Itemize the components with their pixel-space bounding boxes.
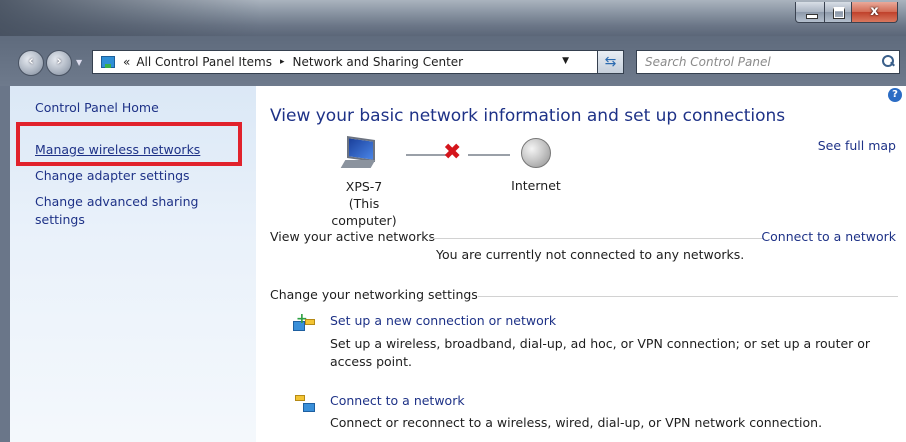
control-panel-icon — [99, 54, 117, 70]
connect-network-icon[interactable] — [293, 393, 317, 415]
address-overflow-chevron[interactable]: « — [123, 55, 130, 69]
forward-button[interactable]: › — [46, 50, 72, 76]
maximize-button[interactable] — [825, 2, 852, 23]
breadcrumb-all-control-panel-items[interactable]: All Control Panel Items — [136, 55, 272, 69]
refresh-icon: ⇆ — [604, 54, 617, 70]
navigation-bar: ‹ › ▼ « All Control Panel Items ▸ Networ… — [0, 36, 906, 86]
disconnected-x-icon[interactable]: ✖ — [443, 140, 461, 165]
connect-to-network-link[interactable]: Connect to a network — [761, 229, 896, 244]
networking-settings-heading: Change your networking settings — [270, 287, 478, 302]
connection-status-text: You are currently not connected to any n… — [436, 247, 745, 262]
title-bar-glow — [0, 0, 260, 36]
back-arrow-icon: ‹ — [28, 54, 34, 69]
setup-new-connection-description: Set up a wireless, broadband, dial-up, a… — [330, 336, 871, 369]
see-full-map-link[interactable]: See full map — [818, 138, 896, 153]
sidebar-item-control-panel-home[interactable]: Control Panel Home — [35, 100, 159, 115]
connect-to-network-description: Connect or reconnect to a wireless, wire… — [330, 415, 823, 430]
breadcrumb-separator-icon[interactable]: ▸ — [280, 57, 285, 67]
internet-label: Internet — [511, 178, 561, 193]
main-pane: ? View your basic network information an… — [256, 86, 906, 442]
search-placeholder: Search Control Panel — [645, 55, 771, 69]
sidebar-item-change-advanced-sharing[interactable]: Change advanced sharing settings — [35, 193, 225, 229]
connection-line-left — [406, 154, 446, 156]
computer-base — [340, 160, 376, 168]
divider — [478, 296, 898, 297]
page-title: View your basic network information and … — [270, 106, 786, 126]
close-button[interactable]: x — [852, 2, 898, 23]
title-bar: x — [0, 0, 906, 36]
computer-screen — [347, 136, 375, 162]
address-bar[interactable]: « All Control Panel Items ▸ Network and … — [92, 50, 598, 74]
address-dropdown-icon[interactable]: ▼ — [562, 56, 569, 66]
computer-label: XPS-7 (This computer) — [316, 178, 412, 229]
computer-name: XPS-7 — [345, 179, 383, 194]
search-icon[interactable] — [881, 54, 895, 68]
refresh-button[interactable]: ⇆ — [598, 50, 624, 74]
caption-buttons: x — [795, 2, 898, 24]
sidebar: Control Panel Home Manage wireless netwo… — [10, 86, 256, 442]
connect-to-network-task-link[interactable]: Connect to a network — [330, 393, 465, 408]
search-input[interactable]: Search Control Panel — [636, 50, 900, 74]
back-button[interactable]: ‹ — [18, 50, 44, 76]
network-bar-shape — [305, 319, 315, 325]
divider — [430, 238, 764, 239]
monitor-shape — [303, 403, 315, 412]
internet-globe-icon[interactable] — [521, 138, 551, 168]
connection-line-right — [468, 154, 510, 156]
network-sharing-center-window: x ‹ › ▼ « All Control Panel Items ▸ Netw… — [0, 0, 906, 442]
new-connection-icon[interactable]: + — [293, 312, 317, 335]
setup-new-connection-link[interactable]: Set up a new connection or network — [330, 313, 556, 328]
minimize-button[interactable] — [795, 2, 825, 23]
forward-arrow-icon: › — [56, 54, 62, 69]
window-left-border — [0, 86, 10, 442]
network-bar-shape — [295, 395, 305, 401]
computer-sublabel: (This computer) — [331, 196, 397, 228]
breadcrumb-network-sharing-center[interactable]: Network and Sharing Center — [293, 55, 464, 69]
sidebar-item-change-adapter-settings[interactable]: Change adapter settings — [35, 168, 190, 183]
sidebar-item-manage-wireless-networks[interactable]: Manage wireless networks — [35, 142, 200, 157]
computer-icon[interactable] — [340, 136, 377, 170]
active-networks-heading: View your active networks — [270, 229, 435, 244]
help-icon[interactable]: ? — [888, 88, 902, 102]
recent-pages-dropdown-icon[interactable]: ▼ — [76, 58, 82, 67]
close-icon: x — [870, 4, 879, 19]
network-map: ✖ XPS-7 (This computer) Internet See ful… — [256, 136, 906, 228]
